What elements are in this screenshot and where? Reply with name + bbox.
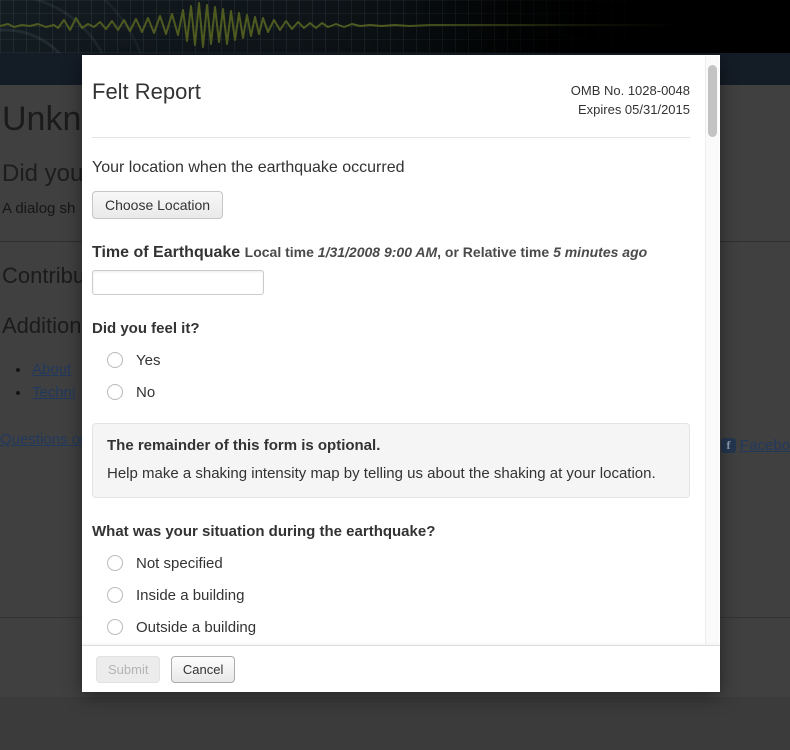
radio-label: No [136, 384, 155, 401]
facebook-icon: f [721, 438, 736, 453]
radio-label: Outside a building [136, 619, 256, 636]
dialog-title: Felt Report [92, 79, 201, 105]
local-time-value: 1/31/2008 9:00 AM [318, 244, 437, 260]
contributed-heading: Contribu [2, 263, 85, 289]
relative-time-prefix: Relative time [463, 244, 553, 260]
situation-option-not-specified[interactable]: Not specified [107, 555, 690, 572]
facebook-link[interactable]: Facebook [740, 437, 790, 454]
technical-link[interactable]: Techni [32, 384, 75, 401]
dialog-scrollbar[interactable] [705, 56, 719, 644]
scrollbar-thumb[interactable] [708, 65, 717, 137]
radio-label: Yes [136, 352, 160, 369]
list-item: About [16, 358, 75, 381]
situation-question: What was your situation during the earth… [92, 523, 690, 540]
optional-note-box: The remainder of this form is optional. … [92, 423, 690, 498]
dialog-header: Felt Report OMB No. 1028-0048 Expires 05… [92, 55, 690, 120]
questions-comments-link[interactable]: Questions or [0, 431, 85, 448]
about-link[interactable]: About [32, 361, 71, 378]
situation-option-inside-building[interactable]: Inside a building [107, 587, 690, 604]
omb-expiration: Expires 05/31/2015 [571, 101, 690, 120]
bullet-icon [16, 368, 20, 372]
radio-icon[interactable] [107, 555, 123, 571]
radio-label: Inside a building [136, 587, 244, 604]
omb-number: OMB No. 1028-0048 [571, 82, 690, 101]
list-item: Techni [16, 381, 75, 404]
cancel-button[interactable]: Cancel [171, 656, 235, 683]
time-separator: , or [437, 244, 463, 260]
additional-heading: Addition [2, 313, 82, 339]
did-you-feel-it-question: Did you feel it? [92, 320, 690, 337]
radio-icon[interactable] [107, 384, 123, 400]
feel-option-yes[interactable]: Yes [107, 352, 690, 369]
dialog-footer: Submit Cancel [82, 645, 720, 692]
footer-band [0, 697, 790, 750]
additional-links-list: About Techni [16, 358, 75, 404]
relative-time-value: 5 minutes ago [553, 244, 647, 260]
time-of-earthquake-input[interactable] [92, 270, 264, 295]
feel-option-no[interactable]: No [107, 384, 690, 401]
situation-option-outside-building[interactable]: Outside a building [107, 619, 690, 636]
local-time-prefix: Local time [245, 244, 318, 260]
time-label: Time of Earthquake [92, 244, 245, 261]
radio-icon[interactable] [107, 619, 123, 635]
did-you-feel-it-heading: Did you [2, 160, 83, 188]
optional-note-body: Help make a shaking intensity map by tel… [107, 465, 675, 482]
dialog-note-text: A dialog sh [2, 200, 75, 217]
time-of-earthquake-label: Time of Earthquake Local time 1/31/2008 … [92, 244, 690, 262]
radio-icon[interactable] [107, 587, 123, 603]
radio-label: Not specified [136, 555, 223, 572]
optional-note-title: The remainder of this form is optional. [107, 437, 675, 454]
bullet-icon [16, 391, 20, 395]
submit-button[interactable]: Submit [96, 656, 160, 683]
dialog-scroll-area: Felt Report OMB No. 1028-0048 Expires 05… [82, 55, 720, 645]
felt-report-dialog: Felt Report OMB No. 1028-0048 Expires 05… [82, 55, 720, 692]
facebook-row: f Facebook [721, 437, 790, 454]
header-divider [92, 137, 690, 138]
location-section-label: Your location when the earthquake occurr… [92, 159, 690, 177]
choose-location-button[interactable]: Choose Location [92, 191, 223, 219]
omb-info: OMB No. 1028-0048 Expires 05/31/2015 [571, 79, 690, 120]
radio-icon[interactable] [107, 352, 123, 368]
